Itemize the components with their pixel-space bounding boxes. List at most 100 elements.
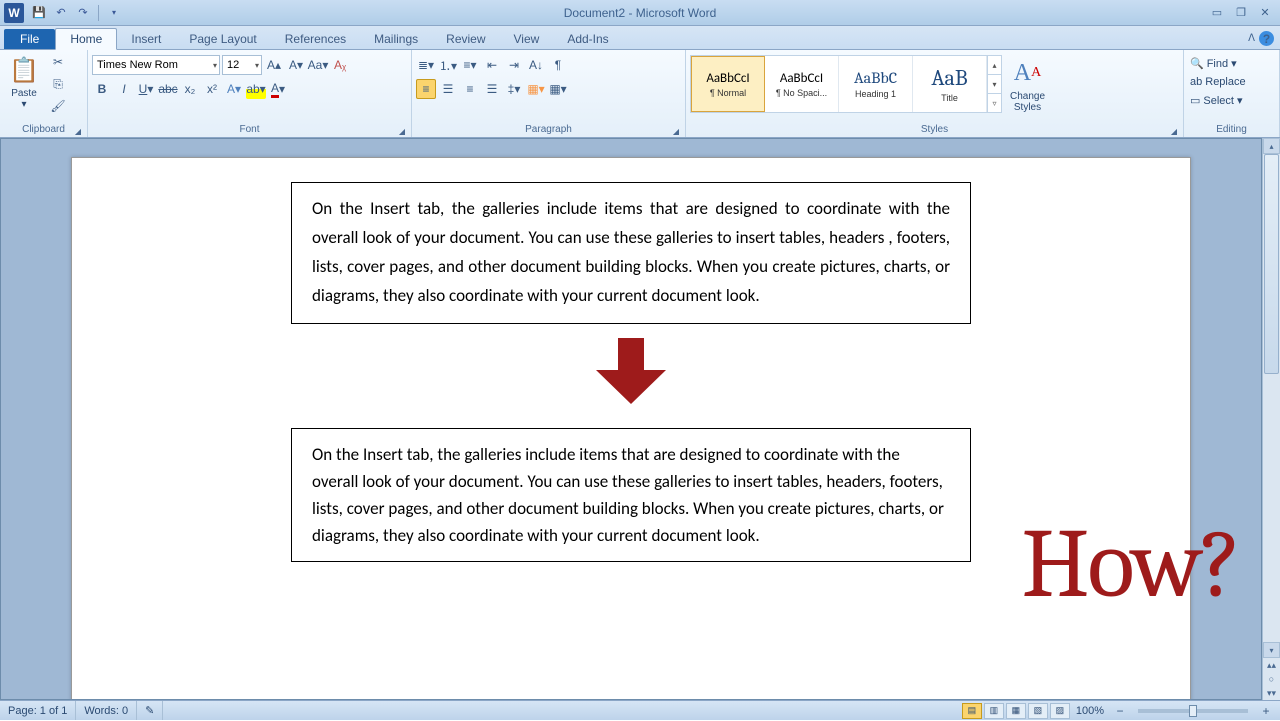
change-case-icon[interactable]: Aa▾ (308, 55, 328, 75)
text-box-after[interactable]: On the Insert tab, the galleries include… (291, 428, 971, 563)
font-color-icon[interactable]: A▾ (268, 79, 288, 99)
qat-customize-icon[interactable]: ▾ (105, 4, 123, 22)
strikethrough-icon[interactable]: abc (158, 79, 178, 99)
text-effects-icon[interactable]: A▾ (224, 79, 244, 99)
tab-references[interactable]: References (271, 29, 360, 49)
view-outline-icon[interactable]: ▧ (1028, 703, 1048, 719)
prev-page-icon[interactable]: ▴▴ (1263, 658, 1280, 672)
font-size-combo[interactable]: 12▾ (222, 55, 262, 75)
styles-gallery-more: ▴ ▾ ▿ (987, 56, 1001, 112)
status-bar: Page: 1 of 1 Words: 0 ✎ ▤ ▥ ▦ ▧ ▨ 100% −… (0, 700, 1280, 720)
select-button[interactable]: ▭Select ▾ (1188, 93, 1248, 108)
status-words[interactable]: Words: 0 (76, 701, 137, 720)
gallery-row-up-icon[interactable]: ▴ (988, 56, 1001, 75)
minimize-ribbon-icon[interactable]: ᐱ (1248, 33, 1255, 44)
redo-icon[interactable]: ↷ (74, 4, 92, 22)
underline-icon[interactable]: U▾ (136, 79, 156, 99)
highlight-icon[interactable]: ab▾ (246, 79, 266, 99)
style-normal[interactable]: AaBbCcI¶ Normal (691, 56, 765, 112)
zoom-in-icon[interactable]: + (1256, 701, 1276, 721)
close-icon[interactable]: ✕ (1256, 6, 1274, 20)
view-full-screen-icon[interactable]: ▥ (984, 703, 1004, 719)
scroll-up-icon[interactable]: ▴ (1263, 138, 1280, 154)
undo-icon[interactable]: ↶ (52, 4, 70, 22)
show-marks-icon[interactable]: ¶ (548, 55, 568, 75)
clear-formatting-icon[interactable]: Aᵪ (330, 55, 350, 75)
change-styles-button[interactable]: AA Change Styles (1006, 55, 1049, 115)
restore-icon[interactable]: ❐ (1232, 6, 1250, 20)
style-no-spacing[interactable]: AaBbCcI¶ No Spaci... (765, 56, 839, 112)
sort-icon[interactable]: A↓ (526, 55, 546, 75)
zoom-level[interactable]: 100% (1076, 705, 1104, 717)
shading-icon[interactable]: ▦▾ (526, 79, 546, 99)
borders-icon[interactable]: ▦▾ (548, 79, 568, 99)
annotation-how[interactable]: How? (1021, 508, 1240, 621)
shrink-font-icon[interactable]: A▾ (286, 55, 306, 75)
find-button[interactable]: 🔍Find ▾ (1188, 56, 1248, 71)
tab-file[interactable]: File (4, 29, 55, 49)
ribbon-tabs: File Home Insert Page Layout References … (0, 26, 1280, 50)
tab-addins[interactable]: Add-Ins (553, 29, 622, 49)
tab-review[interactable]: Review (432, 29, 499, 49)
next-page-icon[interactable]: ▾▾ (1263, 686, 1280, 700)
status-page[interactable]: Page: 1 of 1 (0, 701, 76, 720)
font-launcher-icon[interactable]: ◢ (399, 127, 405, 136)
replace-button[interactable]: abReplace (1188, 75, 1248, 89)
font-label: Font (239, 124, 259, 135)
zoom-slider[interactable] (1138, 709, 1248, 713)
scroll-thumb[interactable] (1264, 154, 1279, 374)
grow-font-icon[interactable]: A▴ (264, 55, 284, 75)
clipboard-launcher-icon[interactable]: ◢ (75, 127, 81, 136)
tab-home[interactable]: Home (55, 28, 117, 50)
style-title[interactable]: AaBTitle (913, 56, 987, 112)
line-spacing-icon[interactable]: ‡▾ (504, 79, 524, 99)
font-name-combo[interactable]: Times New Rom▾ (92, 55, 220, 75)
subscript-icon[interactable]: x₂ (180, 79, 200, 99)
view-web-layout-icon[interactable]: ▦ (1006, 703, 1026, 719)
status-proofing-icon[interactable]: ✎ (137, 701, 163, 720)
zoom-knob[interactable] (1189, 705, 1197, 717)
view-draft-icon[interactable]: ▨ (1050, 703, 1070, 719)
help-icon[interactable]: ? (1259, 31, 1274, 46)
minimize-icon[interactable]: ▭ (1208, 6, 1226, 20)
tab-view[interactable]: View (500, 29, 554, 49)
align-center-icon[interactable]: ☰ (438, 79, 458, 99)
document-page[interactable]: On the Insert tab, the galleries include… (71, 157, 1191, 700)
browse-object-icon[interactable]: ○ (1263, 672, 1280, 686)
group-styles: AaBbCcI¶ Normal AaBbCcI¶ No Spaci... AaB… (686, 50, 1184, 137)
align-left-icon[interactable]: ≡ (416, 79, 436, 99)
justify-icon[interactable]: ☰ (482, 79, 502, 99)
copy-icon[interactable]: ⎘ (48, 74, 68, 94)
zoom-out-icon[interactable]: − (1110, 701, 1130, 721)
tab-mailings[interactable]: Mailings (360, 29, 432, 49)
find-icon: 🔍 (1190, 57, 1204, 70)
superscript-icon[interactable]: x² (202, 79, 222, 99)
view-print-layout-icon[interactable]: ▤ (962, 703, 982, 719)
bold-icon[interactable]: B (92, 79, 112, 99)
bullets-icon[interactable]: ≣▾ (416, 55, 436, 75)
cut-icon[interactable]: ✂ (48, 52, 68, 72)
increase-indent-icon[interactable]: ⇥ (504, 55, 524, 75)
style-heading1[interactable]: AaBbCHeading 1 (839, 56, 913, 112)
scroll-down-icon[interactable]: ▾ (1263, 642, 1280, 658)
align-right-icon[interactable]: ≡ (460, 79, 480, 99)
save-icon[interactable]: 💾 (30, 4, 48, 22)
italic-icon[interactable]: I (114, 79, 134, 99)
decrease-indent-icon[interactable]: ⇤ (482, 55, 502, 75)
paste-button[interactable]: 📋 Paste▾ (4, 52, 44, 112)
paste-icon: 📋 (8, 54, 40, 86)
gallery-row-down-icon[interactable]: ▾ (988, 75, 1001, 94)
gallery-expand-icon[interactable]: ▿ (988, 94, 1001, 112)
multilevel-list-icon[interactable]: ≡▾ (460, 55, 480, 75)
scroll-track[interactable] (1263, 154, 1280, 642)
styles-launcher-icon[interactable]: ◢ (1171, 127, 1177, 136)
numbering-icon[interactable]: ⒈▾ (438, 55, 458, 75)
document-area[interactable]: On the Insert tab, the galleries include… (0, 138, 1262, 700)
format-painter-icon[interactable]: 🖌 (48, 96, 68, 116)
text-box-before[interactable]: On the Insert tab, the galleries include… (291, 182, 971, 324)
tab-insert[interactable]: Insert (117, 29, 175, 49)
tab-page-layout[interactable]: Page Layout (175, 29, 270, 49)
paragraph-launcher-icon[interactable]: ◢ (673, 127, 679, 136)
word-app-icon[interactable]: W (4, 3, 24, 23)
arrow-down-shape[interactable] (596, 338, 666, 408)
